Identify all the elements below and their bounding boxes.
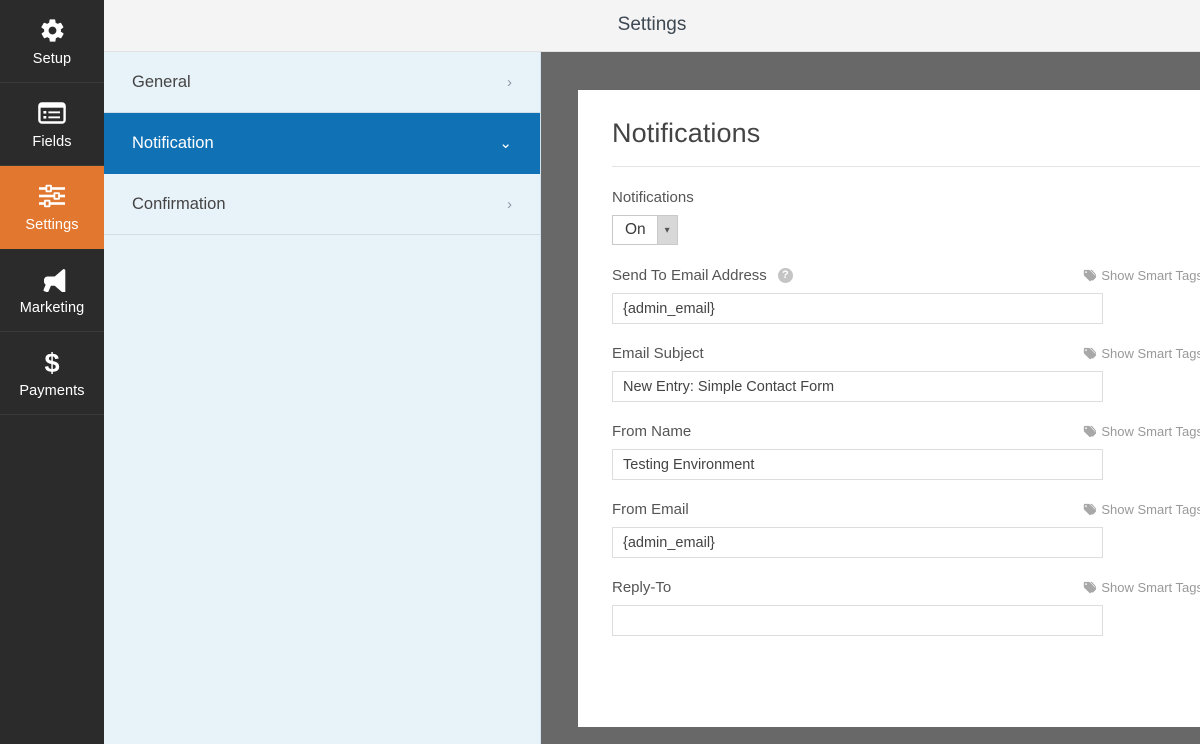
sliders-icon xyxy=(35,181,69,211)
chevron-right-icon: › xyxy=(507,73,512,91)
field-from-email: From Email Show Smart Tags xyxy=(612,499,1200,558)
chevron-down-icon: ⌄ xyxy=(499,134,512,152)
smart-tags-label: Show Smart Tags xyxy=(1101,267,1200,283)
settings-nav-panel: General › Notification ⌄ Confirmation › xyxy=(104,52,541,744)
field-send-to-email-address: Send To Email Address ? Show Smart Tags xyxy=(612,265,1200,324)
svg-text:$: $ xyxy=(44,348,59,376)
field-header: From Email Show Smart Tags xyxy=(612,499,1200,519)
rail-item-marketing[interactable]: Marketing xyxy=(0,249,104,332)
chevron-right-icon: › xyxy=(507,195,512,213)
field-email-subject: Email Subject Show Smart Tags xyxy=(612,343,1200,402)
rail-item-label: Payments xyxy=(19,383,85,400)
send-to-email-address-input[interactable] xyxy=(612,293,1103,324)
nav-item-label: Confirmation xyxy=(132,194,226,213)
gear-icon xyxy=(35,15,69,45)
from-name-input[interactable] xyxy=(612,449,1103,480)
show-smart-tags-link[interactable]: Show Smart Tags xyxy=(1083,268,1200,283)
chevron-down-icon: ▾ xyxy=(656,216,677,244)
tag-icon xyxy=(1083,347,1097,360)
smart-tags-label: Show Smart Tags xyxy=(1101,501,1200,517)
smart-tags-label: Show Smart Tags xyxy=(1101,345,1200,361)
field-header: Send To Email Address ? Show Smart Tags xyxy=(612,265,1200,285)
card-heading: Notifications xyxy=(612,118,761,148)
smart-tags-label: Show Smart Tags xyxy=(1101,579,1200,595)
show-smart-tags-link[interactable]: Show Smart Tags xyxy=(1083,502,1200,517)
rail-item-setup[interactable]: Setup xyxy=(0,0,104,83)
reply-to-input[interactable] xyxy=(612,605,1103,636)
rail-item-fields[interactable]: Fields xyxy=(0,83,104,166)
field-header: Email Subject Show Smart Tags xyxy=(612,343,1200,363)
notifications-toggle-value: On xyxy=(625,221,646,238)
rail-item-settings[interactable]: Settings xyxy=(0,166,104,249)
field-header: Reply-To Show Smart Tags xyxy=(612,577,1200,597)
help-icon[interactable]: ? xyxy=(777,267,793,283)
megaphone-icon xyxy=(35,264,69,294)
notifications-toggle-block: Notifications On ▾ xyxy=(612,189,1200,245)
nav-item-label: Notification xyxy=(132,133,214,152)
top-header-bar: Settings xyxy=(104,0,1200,52)
notifications-settings-card: Notifications Notifications On ▾ Send To… xyxy=(578,90,1200,727)
rail-item-payments[interactable]: $ Payments xyxy=(0,332,104,415)
field-from-name: From Name Show Smart Tags xyxy=(612,421,1200,480)
field-label: Reply-To xyxy=(612,578,672,596)
rail-item-label: Marketing xyxy=(19,300,85,317)
from-email-input[interactable] xyxy=(612,527,1103,558)
field-label: From Name xyxy=(612,422,692,440)
rail-item-label: Settings xyxy=(25,217,79,234)
field-header: From Name Show Smart Tags xyxy=(612,421,1200,441)
rail-item-label: Fields xyxy=(32,134,72,151)
field-label: Send To Email Address xyxy=(612,266,767,284)
settings-nav-general[interactable]: General › xyxy=(104,52,540,113)
field-label: Email Subject xyxy=(612,344,704,362)
notifications-toggle-label: Notifications xyxy=(612,189,694,206)
primary-icon-rail: Setup Fields Settings Marketing $ Paymen… xyxy=(0,0,104,744)
field-label: From Email xyxy=(612,500,689,518)
field-reply-to: Reply-To Show Smart Tags xyxy=(612,577,1200,636)
dollar-icon: $ xyxy=(35,347,69,377)
tag-icon xyxy=(1083,503,1097,516)
tag-icon xyxy=(1083,269,1097,282)
page-title: Settings xyxy=(617,14,687,35)
smart-tags-label: Show Smart Tags xyxy=(1101,423,1200,439)
heading-divider xyxy=(612,166,1200,167)
notifications-toggle-select[interactable]: On ▾ xyxy=(612,215,678,245)
settings-nav-confirmation[interactable]: Confirmation › xyxy=(104,174,540,235)
show-smart-tags-link[interactable]: Show Smart Tags xyxy=(1083,580,1200,595)
app-root: Setup Fields Settings Marketing $ Paymen… xyxy=(0,0,1200,744)
settings-nav-notification[interactable]: Notification ⌄ xyxy=(104,113,540,174)
show-smart-tags-link[interactable]: Show Smart Tags xyxy=(1083,424,1200,439)
list-icon xyxy=(35,98,69,128)
show-smart-tags-link[interactable]: Show Smart Tags xyxy=(1083,346,1200,361)
tag-icon xyxy=(1083,425,1097,438)
email-subject-input[interactable] xyxy=(612,371,1103,402)
tag-icon xyxy=(1083,581,1097,594)
nav-item-label: General xyxy=(132,72,191,91)
rail-item-label: Setup xyxy=(32,51,72,68)
